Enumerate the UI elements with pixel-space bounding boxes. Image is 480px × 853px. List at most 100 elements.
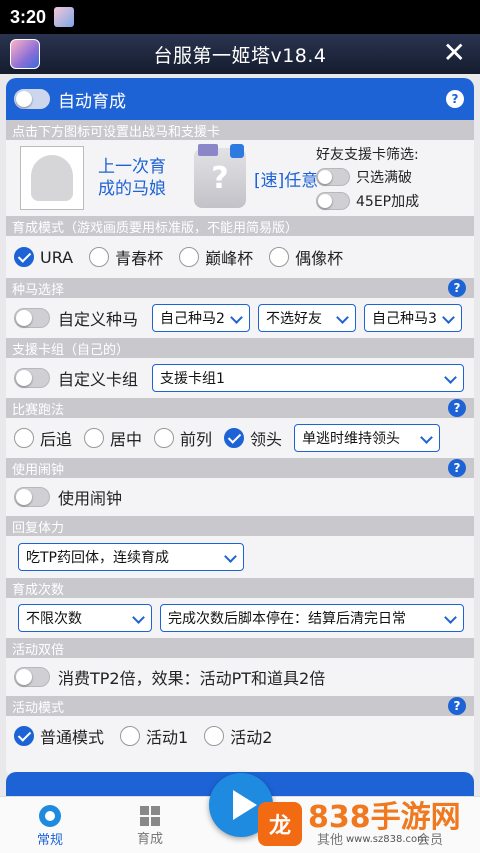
radio-icon[interactable] [204, 726, 225, 746]
style-option-front[interactable]: 前列 [154, 426, 212, 450]
nav-tab-general[interactable]: 常规 [0, 797, 100, 853]
support-group-select[interactable]: 支援卡组1 [152, 364, 464, 392]
option-label: 普通模式 [40, 728, 105, 747]
mode-option-youth[interactable]: 青春杯 [89, 245, 163, 269]
train-mode-row: URA 青春杯 巅峰杯 偶像杯 [6, 236, 474, 278]
support-card-label[interactable]: [速]任意 [254, 166, 318, 191]
select-value: 不限次数 [26, 611, 82, 627]
select-value: 自己种马2 [160, 311, 225, 327]
option-label: 青春杯 [115, 249, 164, 268]
alarm-row: 使用闹钟 [6, 478, 474, 516]
section-title: 点击下方图标可设置出战马和支援卡 [12, 124, 221, 140]
horse-silhouette-icon [31, 155, 73, 201]
custom-deck-label: 自定义卡组 [58, 370, 139, 389]
option-label: 前列 [180, 430, 213, 449]
select-value: 不选好友 [266, 311, 322, 327]
last-horse-label[interactable]: 上一次育成的马娘 [98, 156, 182, 200]
notification-app-icon [54, 7, 75, 27]
radio-icon[interactable] [14, 428, 34, 448]
event-double-label: 消费TP2倍，效果：活动PT和道具2倍 [58, 669, 326, 688]
event-option-normal[interactable]: 普通模式 [14, 724, 104, 748]
event-option-1[interactable]: 活动1 [120, 724, 188, 748]
custom-deck-toggle[interactable] [14, 368, 50, 388]
radio-icon[interactable] [89, 247, 110, 267]
select-value: 支援卡组1 [160, 371, 225, 387]
train-count-select[interactable]: 不限次数 [18, 604, 152, 632]
radio-icon[interactable] [179, 247, 200, 267]
section-stamina: 回复体力 [6, 516, 474, 536]
help-icon[interactable]: ? [446, 90, 464, 108]
horse-row: 上一次育成的马娘 ? [速]任意 好友支援卡筛选: 只选满破 45EP加成 [6, 140, 474, 216]
watermark-url: www.sz838.com [346, 834, 427, 845]
option-label: 活动2 [230, 728, 273, 747]
help-icon[interactable]: ? [448, 459, 466, 477]
last-horse-portrait[interactable] [20, 146, 84, 210]
radio-icon[interactable] [154, 428, 175, 448]
watermark: 龙 838手游网 www.sz838.com [258, 794, 480, 853]
nav-tab-train[interactable]: 育成 [100, 797, 200, 853]
radio-icon[interactable] [269, 247, 290, 267]
alarm-toggle[interactable] [14, 487, 50, 507]
event-double-row: 消费TP2倍，效果：活动PT和道具2倍 [6, 658, 474, 696]
section-train-mode: 育成模式（游戏画质要用标准版，不能用简易版） [6, 216, 474, 236]
radio-checked-icon[interactable] [14, 247, 34, 267]
ep45-toggle[interactable] [316, 192, 350, 210]
section-title: 种马选择 [12, 282, 65, 298]
ep45-label: 45EP加成 [356, 194, 420, 210]
friend-filter-group: 好友支援卡筛选: 只选满破 45EP加成 [316, 144, 466, 211]
style-option-lead[interactable]: 领头 [224, 426, 282, 450]
radio-checked-icon[interactable] [14, 726, 34, 746]
friend-filter-label: 好友支援卡筛选: [316, 147, 419, 163]
breeding-select-1[interactable]: 自己种马2 [152, 304, 250, 332]
breeding-select-3[interactable]: 自己种马3 [364, 304, 462, 332]
section-horse-select: 点击下方图标可设置出战马和支援卡 [6, 120, 474, 140]
radio-icon[interactable] [120, 726, 141, 746]
option-label: 领头 [250, 430, 283, 449]
style-option-middle[interactable]: 居中 [84, 426, 142, 450]
nav-label: 常规 [36, 833, 63, 848]
section-title: 活动双倍 [12, 642, 65, 658]
section-title: 育成模式（游戏画质要用标准版，不能用简易版） [12, 220, 299, 236]
option-label: URA [40, 247, 74, 267]
auto-train-toggle[interactable] [14, 89, 50, 109]
event-double-toggle[interactable] [14, 667, 50, 687]
option-label: 巅峰杯 [205, 249, 254, 268]
radio-checked-icon[interactable] [224, 428, 245, 448]
race-style-select[interactable]: 单逃时维持领头 [294, 424, 441, 452]
support-card-slot[interactable]: ? [194, 144, 246, 208]
question-mark-icon: ? [211, 160, 229, 196]
after-finish-select[interactable]: 完成次数后脚本停在：结算后清完日常 [160, 604, 464, 632]
section-event-mode: 活动模式? [6, 696, 474, 716]
radio-icon[interactable] [84, 428, 105, 448]
only-full-toggle[interactable] [316, 168, 350, 186]
mode-option-peak[interactable]: 巅峰杯 [179, 245, 253, 269]
watermark-logo-icon: 龙 [258, 801, 302, 846]
help-icon[interactable]: ? [448, 399, 466, 417]
help-icon[interactable]: ? [448, 697, 466, 715]
mode-option-idol[interactable]: 偶像杯 [269, 245, 343, 269]
title-bar: 台服第一姬塔v18.4 ✕ [0, 34, 480, 74]
grid-icon [140, 806, 160, 826]
section-support-group: 支援卡组（自己的） [6, 338, 474, 358]
close-icon[interactable]: ✕ [443, 38, 466, 68]
mode-option-ura[interactable]: URA [14, 247, 73, 267]
status-bar: 3:20 [0, 0, 480, 34]
auto-train-header[interactable]: 自动育成 ? [6, 78, 474, 120]
section-event-double: 活动双倍 [6, 638, 474, 658]
only-full-label: 只选满破 [356, 170, 412, 186]
card-rarity-icon [198, 144, 218, 156]
help-icon[interactable]: ? [448, 279, 466, 297]
race-style-row: 后追 居中 前列 领头 单逃时维持领头 [6, 418, 474, 458]
section-breeding: 种马选择? [6, 278, 474, 298]
stamina-select[interactable]: 吃TP药回体，连续育成 [18, 543, 244, 571]
event-option-2[interactable]: 活动2 [204, 724, 272, 748]
breeding-select-2[interactable]: 不选好友 [258, 304, 356, 332]
custom-breeding-toggle[interactable] [14, 308, 50, 328]
auto-train-label: 自动育成 [58, 91, 126, 112]
option-label: 偶像杯 [295, 249, 344, 268]
section-title: 活动模式 [12, 700, 65, 716]
style-option-back[interactable]: 后追 [14, 426, 72, 450]
section-title: 回复体力 [12, 520, 65, 536]
nav-label: 育成 [136, 832, 163, 847]
section-title: 使用闹钟 [12, 462, 65, 478]
